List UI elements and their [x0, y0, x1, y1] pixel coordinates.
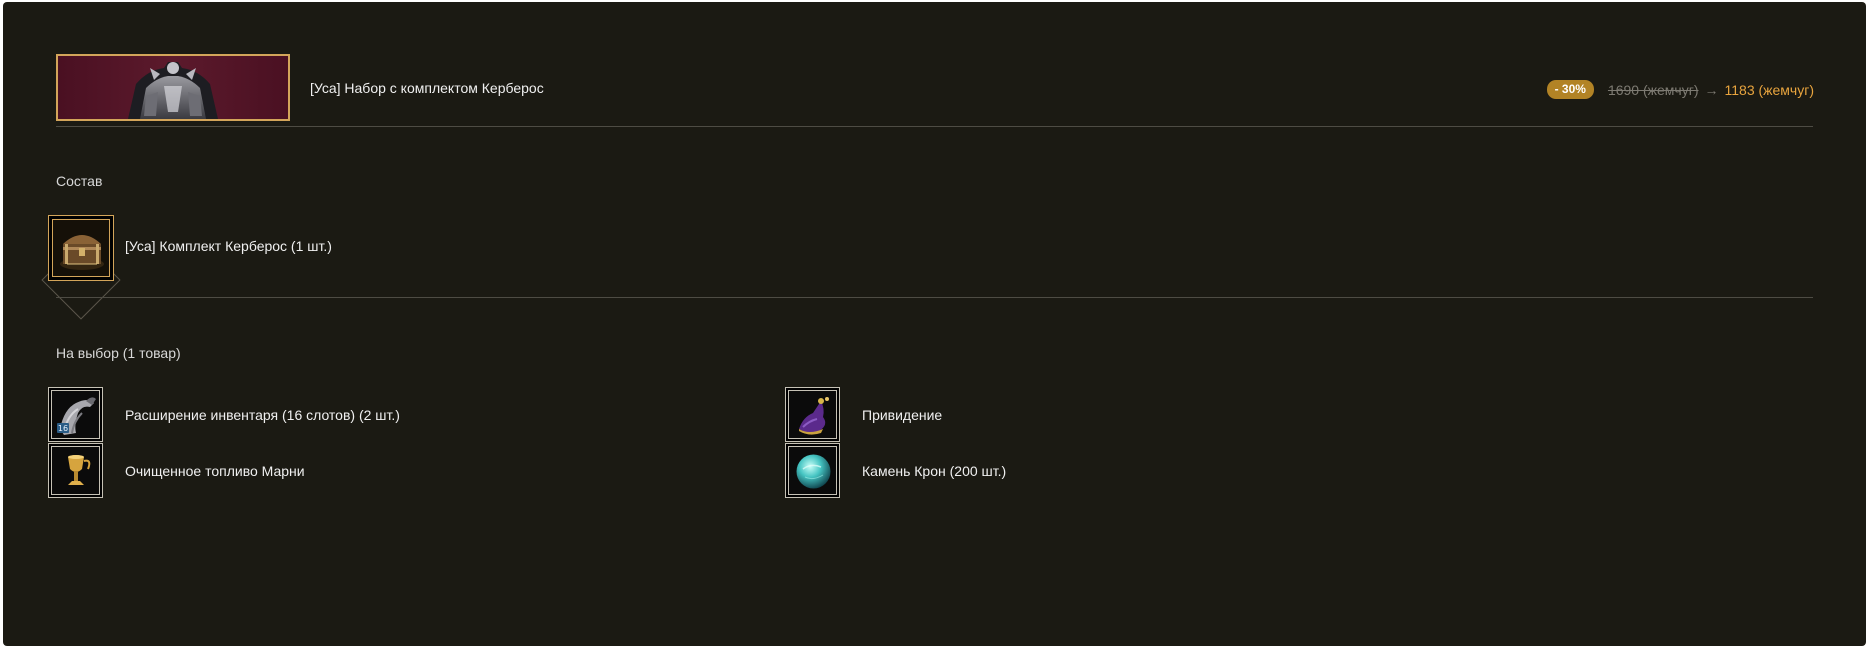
old-price: 1690 (жемчуг) [1607, 81, 1699, 98]
choice-item-label: Очищенное топливо Марни [125, 463, 305, 479]
price-block: - 30% 1690 (жемчуг) → 1183 (жемчуг) [1546, 80, 1815, 99]
composition-item-label: [Уса] Комплект Керберос (1 шт.) [125, 238, 332, 254]
choice-item-label: Расширение инвентаря (16 слотов) (2 шт.) [125, 407, 400, 423]
choice-item-label: Камень Крон (200 шт.) [862, 463, 1007, 479]
ghost-hat-icon [789, 391, 836, 438]
new-price: 1183 (жемчуг) [1724, 81, 1815, 98]
choice-item-slot[interactable] [785, 443, 840, 498]
inventory-badge: 16 [58, 424, 68, 433]
choice-heading: На выбор (1 товар) [56, 345, 181, 361]
package-title: [Уса] Набор с комплектом Керберос [310, 80, 544, 96]
crystal-orb-icon [789, 447, 836, 494]
choice-item-slot[interactable]: 16 [48, 387, 103, 442]
composition-item-slot[interactable] [48, 215, 114, 281]
composition-heading: Состав [56, 173, 103, 189]
price-arrow-icon: → [1704, 81, 1719, 98]
divider [56, 297, 1813, 298]
golden-goblet-icon [52, 447, 99, 494]
chest-icon [53, 220, 109, 276]
choice-item-slot[interactable] [785, 387, 840, 442]
divider [56, 126, 1813, 127]
package-panel: [Уса] Набор с комплектом Керберос - 30% … [3, 2, 1866, 646]
discount-badge: - 30% [1546, 80, 1594, 99]
choice-item-slot[interactable] [48, 443, 103, 498]
package-banner-image[interactable] [56, 54, 290, 121]
inventory-bag-icon: 16 [52, 391, 99, 438]
armor-figure-icon [58, 56, 288, 119]
choice-item-label: Привидение [862, 407, 943, 423]
